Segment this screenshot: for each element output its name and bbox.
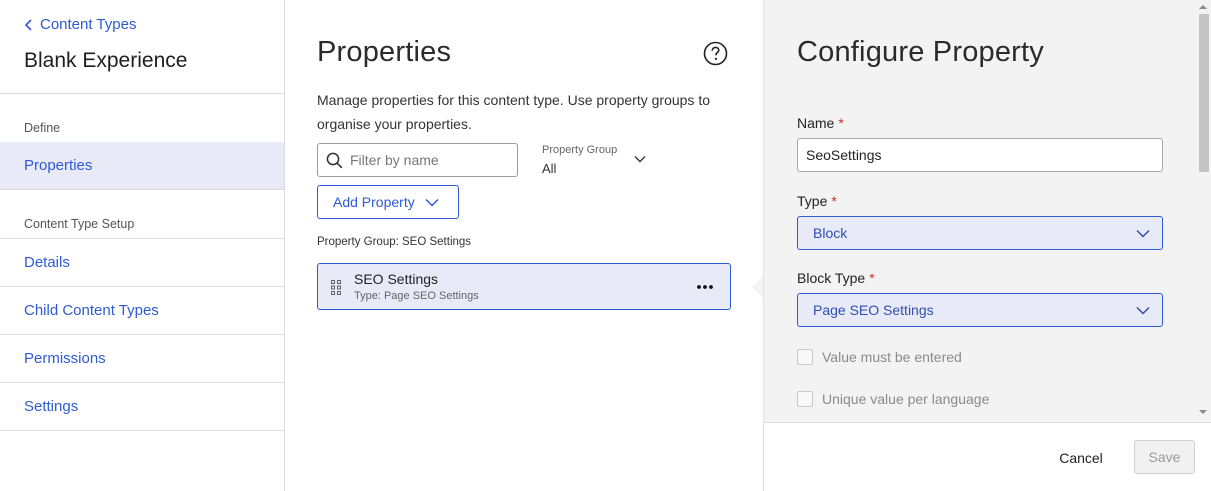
type-label-text: Type [797,193,828,209]
unique-per-language-checkbox-row[interactable]: Unique value per language [797,391,989,407]
sidebar-item-label: Permissions [24,350,106,367]
unique-per-language-checkbox[interactable] [797,391,813,407]
sidebar-item-child-content-types[interactable]: Child Content Types [0,287,284,334]
chevron-down-icon [1136,306,1150,315]
sidebar-item-details[interactable]: Details [0,239,284,286]
scroll-up-arrow-icon[interactable] [1199,5,1207,9]
name-label: Name * [797,115,844,131]
block-type-label-text: Block Type [797,270,866,286]
add-property-label: Add Property [333,194,415,210]
properties-description: Manage properties for this content type.… [317,92,710,132]
filter-input[interactable] [350,152,510,168]
left-sidebar: Content Types Blank Experience Define Pr… [0,0,285,491]
chevron-down-icon [1136,229,1150,238]
add-property-button[interactable]: Add Property [317,185,459,219]
property-group-select[interactable]: Property Group All [542,144,652,178]
sidebar-item-label: Properties [24,157,93,174]
panel-footer: Cancel Save [764,422,1211,491]
panel-scrollbar[interactable] [1195,0,1211,422]
configure-property-panel: Configure Property Name* Type* Block Blo… [763,0,1211,491]
required-asterisk: * [831,193,837,209]
value-required-label: Value must be entered [822,349,962,365]
sidebar-item-label: Settings [24,398,79,415]
configure-title: Configure Property [797,36,1044,68]
chevron-left-icon [24,18,32,31]
divider [0,430,284,431]
block-type-select-value: Page SEO Settings [813,302,934,318]
value-required-checkbox[interactable] [797,349,813,365]
filter-field[interactable] [317,143,518,177]
unique-per-language-label: Unique value per language [822,391,990,407]
required-asterisk: * [869,270,875,286]
chevron-down-icon [425,198,439,207]
save-button[interactable]: Save [1134,440,1195,474]
back-to-content-types-link[interactable]: Content Types [24,16,136,33]
divider [0,93,284,94]
property-group-label: Property Group [542,144,618,156]
drag-handle-icon[interactable] [331,280,341,295]
sidebar-item-label: Child Content Types [24,302,159,319]
value-required-checkbox-row[interactable]: Value must be entered [797,349,962,365]
type-select-value: Block [813,225,848,241]
required-asterisk: * [838,115,844,131]
scroll-down-arrow-icon[interactable] [1199,410,1207,414]
section-define-label: Define [24,121,61,135]
name-input[interactable] [797,138,1163,172]
page-title: Properties [317,36,452,68]
chevron-down-icon [634,156,646,163]
sidebar-item-properties[interactable]: Properties [0,142,284,189]
property-list-item[interactable]: SEO Settings Type: Page SEO Settings [317,263,731,310]
selection-pointer [752,276,763,298]
cancel-button[interactable]: Cancel [1049,441,1113,475]
help-icon[interactable] [703,41,728,66]
scrollbar-thumb[interactable] [1199,14,1209,172]
section-setup-label: Content Type Setup [24,217,135,231]
property-type: Type: Page SEO Settings [354,290,479,302]
sidebar-item-settings[interactable]: Settings [0,383,284,430]
block-type-label: Block Type * [797,270,875,286]
property-group-value: All [542,161,557,176]
content-type-title: Blank Experience [24,49,188,72]
block-type-select[interactable]: Page SEO Settings [797,293,1163,327]
sidebar-item-label: Details [24,254,70,271]
property-name: SEO Settings [354,271,439,287]
sidebar-item-permissions[interactable]: Permissions [0,335,284,382]
type-label: Type * [797,193,837,209]
divider [0,189,284,190]
back-link-label: Content Types [40,16,137,33]
property-group-heading: Property Group: SEO Settings [317,236,472,248]
more-options-icon[interactable] [696,282,714,292]
properties-panel: Properties Manage properties for this co… [285,0,763,491]
name-label-text: Name [797,115,835,131]
type-select[interactable]: Block [797,216,1163,250]
search-icon [326,152,343,168]
